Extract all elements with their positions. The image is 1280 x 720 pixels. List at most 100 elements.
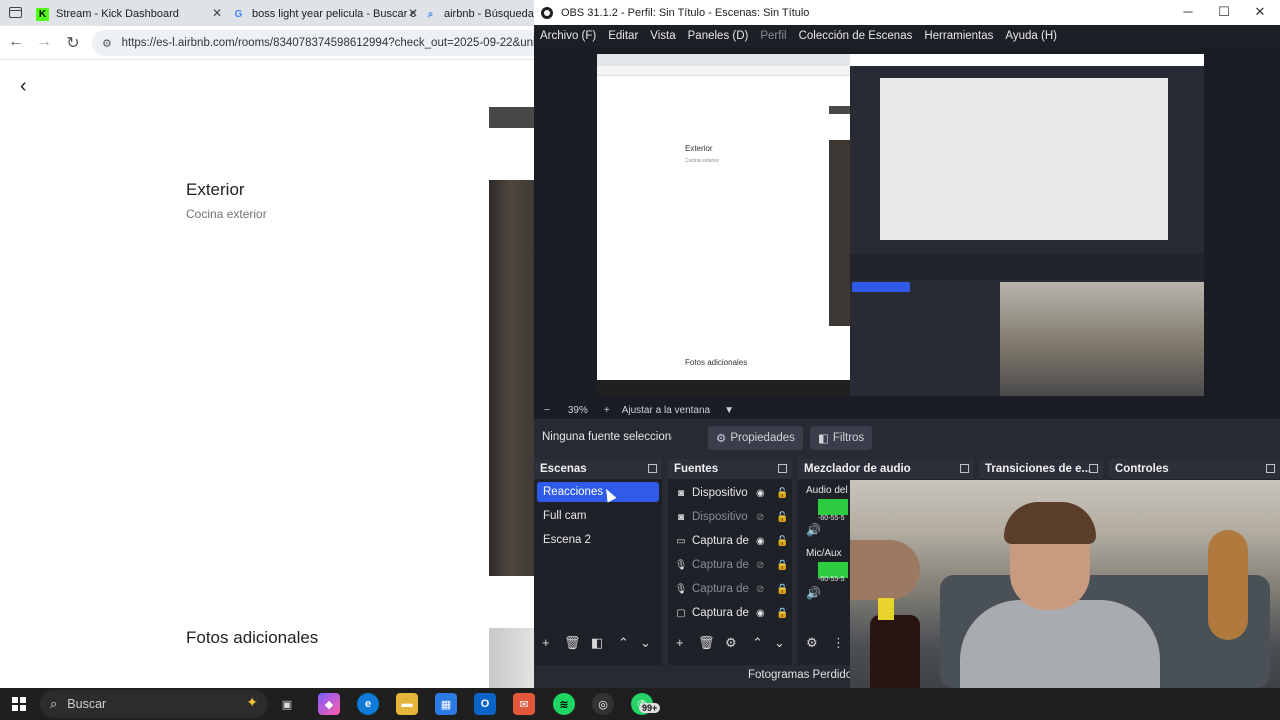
source-item[interactable]: ▭ Captura de ◉ 🔓 xyxy=(674,532,788,550)
address-bar[interactable]: ⚙ https://es-l.airbnb.com/rooms/83407837… xyxy=(92,30,542,56)
speaker-icon[interactable]: 🔊 xyxy=(806,523,821,537)
source-item[interactable]: ▢ Captura de ◉ 🔒 xyxy=(674,604,788,622)
undock-icon[interactable] xyxy=(960,464,969,473)
tab-kick-dashboard[interactable]: K Stream - Kick Dashboard ✕ xyxy=(36,2,226,26)
trash-icon[interactable]: 🗑 xyxy=(564,635,581,651)
kick-icon: K xyxy=(36,7,49,21)
listing-photo[interactable] xyxy=(489,107,540,128)
preview-area: Exterior Cocina exterior Fotos adicional… xyxy=(534,46,1280,402)
preview-browser-capture: Exterior Cocina exterior Fotos adicional… xyxy=(597,54,850,396)
copilot-icon[interactable]: ◆ xyxy=(318,693,340,715)
menu-paneles[interactable]: Paneles (D) xyxy=(688,30,749,42)
close-window-icon[interactable]: ✕ xyxy=(1250,4,1270,20)
undock-icon[interactable] xyxy=(1089,464,1098,473)
file-explorer-icon[interactable]: ▬ xyxy=(396,693,418,715)
browser-window: K Stream - Kick Dashboard ✕ G boss light… xyxy=(0,0,542,688)
filters-button[interactable]: ◧ Filtros xyxy=(810,426,873,450)
settings-icon[interactable]: ⚙ xyxy=(806,635,818,651)
trash-icon[interactable]: 🗑 xyxy=(698,635,715,651)
eye-icon[interactable]: ◉ xyxy=(756,488,765,499)
menu-perfil[interactable]: Perfil xyxy=(760,30,786,42)
lock-icon[interactable]: 🔒 xyxy=(776,560,788,571)
zoom-out-button[interactable]: − xyxy=(544,405,550,416)
lock-icon[interactable]: 🔒 xyxy=(776,608,788,619)
search-placeholder: Buscar xyxy=(67,697,107,711)
close-icon[interactable]: ✕ xyxy=(408,6,418,20)
webcam-bottle-cap xyxy=(878,598,894,620)
source-item[interactable]: ◙ Dispositivo ⊘ 🔓 xyxy=(674,508,788,526)
windows-start-icon[interactable] xyxy=(12,697,26,711)
dock-header: Escenas xyxy=(534,459,662,479)
undock-icon[interactable] xyxy=(1266,464,1275,473)
eye-icon[interactable]: ◉ xyxy=(756,608,765,619)
more-icon[interactable]: ⋮ xyxy=(832,635,845,651)
unlock-icon[interactable]: 🔓 xyxy=(776,512,788,523)
eye-hidden-icon[interactable]: ⊘ xyxy=(756,560,764,571)
listing-photo[interactable] xyxy=(489,628,540,688)
site-info-icon[interactable]: ⚙ xyxy=(102,37,114,50)
program-preview[interactable]: Exterior Cocina exterior Fotos adicional… xyxy=(597,54,1204,396)
undock-icon[interactable] xyxy=(778,464,787,473)
task-view-icon[interactable]: ▣ xyxy=(276,693,298,715)
close-icon[interactable]: ✕ xyxy=(212,6,222,20)
forward-arrow-icon[interactable]: → xyxy=(34,33,54,51)
speaker-icon[interactable]: 🔊 xyxy=(806,586,821,600)
scene-item-full-cam[interactable]: Full cam xyxy=(537,506,659,526)
webcam-person-hair xyxy=(1004,502,1096,544)
zoom-in-button[interactable]: + xyxy=(604,405,610,416)
dock-header: Fuentes xyxy=(668,459,792,479)
obs-logo-icon xyxy=(541,6,553,19)
obs-taskbar-icon[interactable]: ◎ xyxy=(592,693,614,715)
store-icon[interactable]: ▦ xyxy=(435,693,457,715)
back-arrow-icon[interactable]: ← xyxy=(6,33,26,51)
tab-google-search[interactable]: G boss light year pelicula - Buscar c ✕ xyxy=(232,2,422,26)
minimize-icon[interactable]: ─ xyxy=(1178,4,1198,19)
section-subtitle: Cocina exterior xyxy=(186,207,267,221)
menu-coleccion-escenas[interactable]: Colección de Escenas xyxy=(799,30,913,42)
unlock-icon[interactable]: 🔓 xyxy=(776,488,788,499)
lock-icon[interactable]: 🔒 xyxy=(776,584,788,595)
edge-icon[interactable]: e xyxy=(357,693,379,715)
menu-archivo[interactable]: Archivo (F) xyxy=(540,30,596,42)
tab-airbnb-search[interactable]: ⌕ airbnb - Búsqueda xyxy=(424,2,540,26)
menu-editar[interactable]: Editar xyxy=(608,30,638,42)
zoom-mode[interactable]: Ajustar a la ventana xyxy=(622,405,710,416)
undock-icon[interactable] xyxy=(648,464,657,473)
menu-herramientas[interactable]: Herramientas xyxy=(924,30,993,42)
chevron-down-icon[interactable]: ▼ xyxy=(724,405,734,416)
mail-icon[interactable]: ✉ xyxy=(513,693,535,715)
chevron-up-icon[interactable]: ⌃ xyxy=(618,635,629,651)
webcam-person-shirt xyxy=(960,600,1160,688)
listing-photo[interactable] xyxy=(489,180,540,576)
tab-title: boss light year pelicula - Buscar c xyxy=(252,8,416,20)
menu-ayuda[interactable]: Ayuda (H) xyxy=(1005,30,1057,42)
chevron-down-icon[interactable]: ⌄ xyxy=(774,635,785,651)
eye-icon[interactable]: ◉ xyxy=(756,536,765,547)
sources-title: Fuentes xyxy=(674,463,719,475)
properties-button[interactable]: ⚙ Propiedades xyxy=(708,426,803,450)
source-item[interactable]: 🎙 Captura de ⊘ 🔒 xyxy=(674,556,789,574)
outlook-icon[interactable]: O xyxy=(474,693,496,715)
scene-item-escena-2[interactable]: Escena 2 xyxy=(537,530,659,550)
add-icon[interactable]: + xyxy=(676,635,684,650)
unlock-icon[interactable]: 🔓 xyxy=(776,536,788,547)
chevron-up-icon[interactable]: ⌃ xyxy=(752,635,763,651)
tab-menu-icon[interactable] xyxy=(9,7,22,18)
source-item[interactable]: ◙ Dispositivo ◉ 🔓 xyxy=(674,484,788,502)
reload-icon[interactable]: ↻ xyxy=(63,33,83,53)
spotify-icon[interactable]: ≋ xyxy=(553,693,575,715)
source-item[interactable]: 🎙 Captura de ⊘ 🔒 xyxy=(674,580,789,598)
filter-icon[interactable]: ◧ xyxy=(591,635,603,651)
zoom-value: 39% xyxy=(567,405,588,416)
preview-section-title: Exterior xyxy=(685,144,713,153)
eye-hidden-icon[interactable]: ⊘ xyxy=(756,512,764,523)
menu-vista[interactable]: Vista xyxy=(650,30,675,42)
maximize-icon[interactable]: ☐ xyxy=(1214,4,1234,20)
add-icon[interactable]: + xyxy=(542,635,550,650)
taskbar-search[interactable]: ⌕ Buscar ✦ xyxy=(40,690,268,718)
gear-icon[interactable]: ⚙ xyxy=(725,635,737,651)
scene-item-reacciones[interactable]: Reacciones xyxy=(537,482,659,502)
chevron-down-icon[interactable]: ⌄ xyxy=(640,635,651,651)
chevron-left-icon[interactable]: ‹ xyxy=(20,75,27,98)
eye-hidden-icon[interactable]: ⊘ xyxy=(756,584,764,595)
